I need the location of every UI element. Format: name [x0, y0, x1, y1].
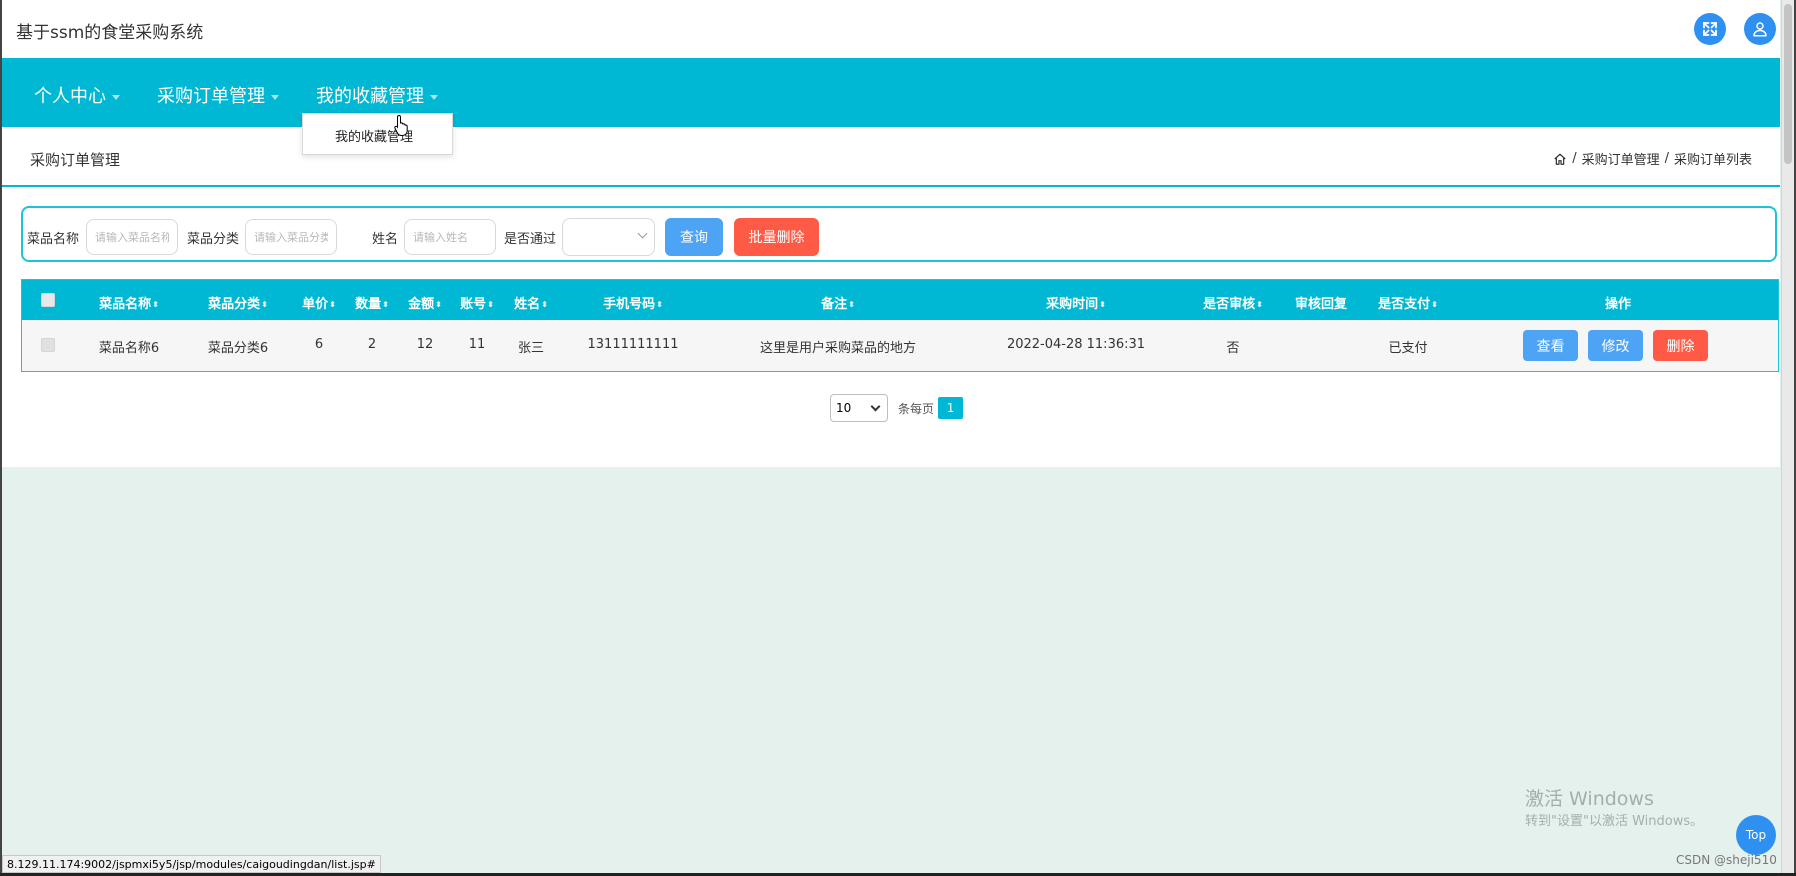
column-header[interactable]: 菜品名称⬍: [99, 293, 159, 312]
sort-icon: ⬍: [848, 300, 855, 309]
sort-icon: ⬍: [261, 300, 268, 309]
page-size-select[interactable]: 10: [830, 394, 888, 422]
main-nav: 个人中心 采购订单管理 我的收藏管理: [2, 58, 1780, 127]
edit-button[interactable]: 修改: [1588, 330, 1643, 361]
nav-item-favorites[interactable]: 我的收藏管理: [316, 82, 438, 108]
sort-icon: ⬍: [1256, 300, 1263, 309]
user-button[interactable]: [1744, 13, 1776, 45]
cell-name: 张三: [517, 341, 545, 356]
fullscreen-button[interactable]: [1694, 13, 1726, 45]
cell-dish-category: 菜品分类6: [207, 341, 269, 356]
status-bar-url: 8.129.11.174:9002/jspmxi5y5/jsp/modules/…: [2, 855, 381, 873]
view-button[interactable]: 查看: [1523, 330, 1578, 361]
cell-dish-name: 菜品名称6: [98, 341, 160, 356]
column-header[interactable]: 是否支付⬍: [1378, 293, 1438, 312]
cell-quantity: 2: [367, 337, 377, 352]
sort-icon: ⬍: [152, 300, 159, 309]
pagination: 10 条每页 1: [830, 394, 964, 422]
cell-unit-price: 6: [314, 337, 324, 352]
caret-down-icon: [112, 94, 120, 100]
back-to-top-button[interactable]: Top: [1736, 815, 1776, 855]
nav-item-label: 我的收藏管理: [316, 86, 424, 107]
nav-item-personal-center[interactable]: 个人中心: [34, 82, 120, 108]
page-size-value: 10: [836, 401, 852, 415]
sort-icon: ⬍: [541, 300, 548, 309]
caret-down-icon: [430, 94, 438, 100]
sort-icon: ⬍: [487, 300, 494, 309]
dish-name-input[interactable]: [86, 219, 178, 255]
cell-purchase-time: 2022-04-28 11:36:31: [1006, 337, 1146, 352]
name-input[interactable]: [404, 219, 496, 255]
column-header[interactable]: 姓名⬍: [514, 293, 548, 312]
column-header[interactable]: 金额⬍: [408, 293, 442, 312]
windows-activation-subtitle: 转到"设置"以激活 Windows。: [1525, 814, 1704, 829]
sort-icon: ⬍: [1099, 300, 1106, 309]
column-header: 操作: [1604, 297, 1632, 312]
page-header: 采购订单管理 / 采购订单管理 / 采购订单列表: [2, 127, 1780, 187]
column-header[interactable]: 备注⬍: [821, 293, 855, 312]
sort-icon: ⬍: [329, 300, 336, 309]
content-panel: 采购订单管理 / 采购订单管理 / 采购订单列表 菜品名称 菜品分类 姓名 是否…: [2, 127, 1780, 467]
page-title: 采购订单管理: [30, 151, 121, 169]
cell-account: 11: [468, 337, 486, 352]
column-header[interactable]: 是否审核⬍: [1203, 293, 1263, 312]
column-header: 审核回复: [1294, 297, 1348, 312]
name-label: 姓名: [372, 232, 399, 247]
breadcrumb: / 采购订单管理 / 采购订单列表: [1553, 149, 1752, 168]
breadcrumb-separator: /: [1664, 151, 1669, 166]
breadcrumb-item[interactable]: 采购订单管理: [1582, 149, 1660, 168]
cell-phone: 13111111111: [587, 337, 679, 352]
sort-icon: ⬍: [656, 300, 663, 309]
nav-item-label: 采购订单管理: [157, 86, 265, 107]
caret-down-icon: [271, 94, 279, 100]
cell-reviewed: 否: [1226, 341, 1240, 356]
query-button[interactable]: 查询: [665, 218, 723, 256]
cell-amount: 12: [416, 337, 434, 352]
column-header[interactable]: 账号⬍: [460, 293, 494, 312]
column-header[interactable]: 采购时间⬍: [1046, 293, 1106, 312]
hand-cursor-icon: [394, 114, 408, 136]
batch-delete-button[interactable]: 批量删除: [734, 218, 819, 256]
column-header[interactable]: 单价⬍: [302, 293, 336, 312]
cell-remark: 这里是用户采购菜品的地方: [759, 341, 917, 356]
table-header: 菜品名称⬍ 菜品分类⬍ 单价⬍ 数量⬍ 金额⬍ 账号⬍ 姓名⬍ 手机号码⬍ 备注…: [22, 280, 1778, 320]
table-row: 菜品名称6 菜品分类6 6 2 12 11 张三 13111111111 这里是…: [22, 320, 1778, 371]
search-form: 菜品名称 菜品分类 姓名 是否通过 查询 批量删除: [21, 206, 1777, 262]
user-icon: [1753, 22, 1767, 37]
page-number-current[interactable]: 1: [938, 397, 964, 419]
sort-icon: ⬍: [382, 300, 389, 309]
select-all-checkbox[interactable]: [41, 293, 55, 307]
favorites-dropdown-menu: 我的收藏管理: [302, 113, 453, 155]
nav-item-label: 个人中心: [34, 86, 106, 107]
scrollbar-thumb[interactable]: [1784, 4, 1792, 164]
row-checkbox[interactable]: [41, 338, 55, 352]
approved-select[interactable]: [562, 218, 655, 256]
top-bar: 基于ssm的食堂采购系统: [2, 0, 1780, 58]
approved-label: 是否通过: [504, 232, 557, 247]
home-icon[interactable]: [1553, 152, 1567, 166]
chevron-down-icon: [637, 228, 648, 239]
delete-button[interactable]: 删除: [1653, 330, 1708, 361]
dish-name-label: 菜品名称: [27, 232, 80, 247]
nav-item-purchase-orders[interactable]: 采购订单管理: [157, 82, 279, 108]
orders-table: 菜品名称⬍ 菜品分类⬍ 单价⬍ 数量⬍ 金额⬍ 账号⬍ 姓名⬍ 手机号码⬍ 备注…: [21, 279, 1779, 372]
per-page-label: 条每页: [898, 401, 935, 416]
sort-icon: ⬍: [1431, 300, 1438, 309]
dish-category-input[interactable]: [245, 219, 337, 255]
dish-category-label: 菜品分类: [187, 232, 240, 247]
column-header[interactable]: 数量⬍: [355, 293, 389, 312]
cell-paid: 已支付: [1388, 341, 1428, 356]
chevron-down-icon: [870, 401, 881, 412]
sort-icon: ⬍: [435, 300, 442, 309]
breadcrumb-separator: /: [1572, 151, 1577, 166]
expand-icon: [1703, 22, 1717, 36]
column-header[interactable]: 手机号码⬍: [603, 293, 663, 312]
breadcrumb-item: 采购订单列表: [1673, 153, 1752, 168]
windows-activation-title: 激活 Windows: [1525, 788, 1654, 810]
csdn-watermark: CSDN @sheji510: [1676, 853, 1777, 867]
app-title: 基于ssm的食堂采购系统: [16, 23, 204, 43]
column-header[interactable]: 菜品分类⬍: [208, 293, 268, 312]
